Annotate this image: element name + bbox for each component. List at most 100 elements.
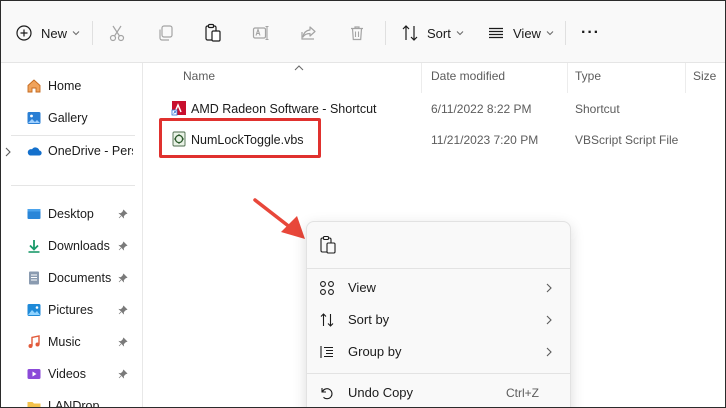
annotation-arrow-icon — [253, 198, 305, 239]
sidebar-item-gallery[interactable]: Gallery — [1, 104, 143, 132]
folder-icon — [26, 398, 42, 407]
group-icon — [319, 344, 335, 360]
new-button-label: New — [41, 25, 68, 41]
highlight-annotation — [159, 118, 321, 158]
pin-icon[interactable] — [118, 368, 128, 382]
view-grid-icon — [319, 280, 335, 296]
file-type: Shortcut — [575, 102, 620, 116]
sort-button[interactable]: Sort — [399, 19, 464, 47]
pin-icon[interactable] — [118, 304, 128, 318]
column-divider[interactable] — [421, 63, 422, 93]
context-menu-divider — [307, 268, 570, 269]
navigation-pane: Home Gallery OneDrive - Personal Desktop — [1, 63, 143, 408]
file-name: AMD Radeon Software - Shortcut — [191, 102, 377, 116]
keyboard-shortcut: Ctrl+Z — [506, 386, 539, 400]
toolbar-divider — [565, 21, 566, 45]
sidebar-item-documents[interactable]: Documents — [1, 264, 143, 292]
sidebar-item-onedrive[interactable]: OneDrive - Personal — [1, 137, 143, 165]
command-bar: New Sort View ··· — [1, 1, 725, 63]
videos-icon — [26, 366, 42, 382]
context-menu-label: View — [348, 280, 376, 295]
see-more-button[interactable]: ··· — [581, 19, 600, 47]
context-menu-label: Group by — [348, 344, 402, 359]
chevron-right-icon — [546, 346, 552, 360]
share-icon — [298, 22, 320, 44]
home-icon — [26, 78, 42, 94]
context-menu-item-undo-copy[interactable]: Undo Copy Ctrl+Z — [307, 377, 570, 407]
pin-icon[interactable] — [118, 208, 128, 222]
copy-icon — [154, 22, 176, 44]
column-header-name[interactable]: Name — [183, 69, 215, 83]
chevron-right-icon — [546, 314, 552, 328]
music-icon — [26, 334, 42, 350]
gallery-icon — [26, 110, 42, 126]
more-options-icon: ··· — [581, 24, 600, 41]
share-button[interactable] — [298, 19, 320, 47]
context-menu-divider — [307, 373, 570, 374]
chevron-down-icon — [546, 30, 554, 36]
context-menu-label: Undo Copy — [348, 385, 414, 400]
copy-button[interactable] — [154, 19, 176, 47]
chevron-right-icon[interactable] — [5, 146, 11, 160]
sidebar-item-label: Home — [48, 79, 82, 93]
sidebar-item-desktop[interactable]: Desktop — [1, 200, 143, 228]
sort-icon — [319, 312, 335, 328]
paste-button[interactable] — [202, 19, 224, 47]
rename-button[interactable] — [250, 19, 272, 47]
context-menu-item-sort-by[interactable]: Sort by — [307, 304, 570, 336]
sort-caret-up-icon — [294, 60, 304, 74]
desktop-icon — [26, 206, 42, 222]
view-button-label: View — [513, 25, 541, 41]
context-menu-quick-actions — [307, 222, 570, 267]
sidebar-item-music[interactable]: Music — [1, 328, 143, 356]
amd-shortcut-icon — [171, 100, 187, 116]
context-menu-item-group-by[interactable]: Group by — [307, 336, 570, 368]
new-button[interactable]: New — [13, 19, 80, 47]
pin-icon[interactable] — [118, 336, 128, 350]
sidebar-item-label: OneDrive - Personal — [48, 144, 133, 158]
cut-button[interactable] — [106, 19, 128, 47]
sidebar-item-home[interactable]: Home — [1, 72, 143, 100]
pictures-icon — [26, 302, 42, 318]
context-menu-item-view[interactable]: View — [307, 272, 570, 304]
view-button[interactable]: View — [485, 19, 554, 47]
trash-icon — [346, 22, 368, 44]
sidebar-item-label: LANDrop — [48, 399, 100, 408]
downloads-icon — [26, 238, 42, 254]
scissors-icon — [106, 22, 128, 44]
paste-icon[interactable] — [319, 235, 337, 258]
undo-icon — [319, 385, 335, 401]
column-header-date[interactable]: Date modified — [431, 69, 505, 83]
sort-arrows-icon — [399, 22, 421, 44]
sort-button-label: Sort — [427, 25, 451, 41]
clipboard-icon — [202, 22, 224, 44]
sidebar-item-pictures[interactable]: Pictures — [1, 296, 143, 324]
file-date: 6/11/2022 8:22 PM — [431, 102, 532, 116]
column-divider[interactable] — [567, 63, 568, 93]
sidebar-item-landrop[interactable]: LANDrop — [1, 392, 143, 408]
toolbar-divider — [385, 21, 386, 45]
file-date: 11/21/2023 7:20 PM — [431, 133, 539, 147]
rename-icon — [250, 22, 272, 44]
sidebar-item-videos[interactable]: Videos — [1, 360, 143, 388]
list-view-icon — [485, 22, 507, 44]
toolbar-divider — [92, 21, 93, 45]
context-menu: View Sort by Group by Undo Copy Ctrl+Z — [306, 221, 571, 407]
onedrive-icon — [26, 143, 42, 159]
context-menu-label: Sort by — [348, 312, 390, 327]
column-header-size[interactable]: Size — [693, 69, 716, 83]
column-divider[interactable] — [685, 63, 686, 93]
file-explorer-window: New Sort View ··· Home Gallery OneDrive … — [0, 0, 726, 408]
documents-icon — [26, 270, 42, 286]
sidebar-item-label: Gallery — [48, 111, 88, 125]
file-type: VBScript Script File — [575, 133, 679, 147]
delete-button[interactable] — [346, 19, 368, 47]
chevron-down-icon — [72, 30, 80, 36]
plus-circle-icon — [13, 22, 35, 44]
column-header-type[interactable]: Type — [575, 69, 601, 83]
sidebar-divider — [11, 185, 135, 186]
sidebar-item-downloads[interactable]: Downloads — [1, 232, 143, 260]
sidebar-divider — [11, 135, 135, 136]
pin-icon[interactable] — [118, 272, 128, 286]
pin-icon[interactable] — [118, 240, 128, 254]
